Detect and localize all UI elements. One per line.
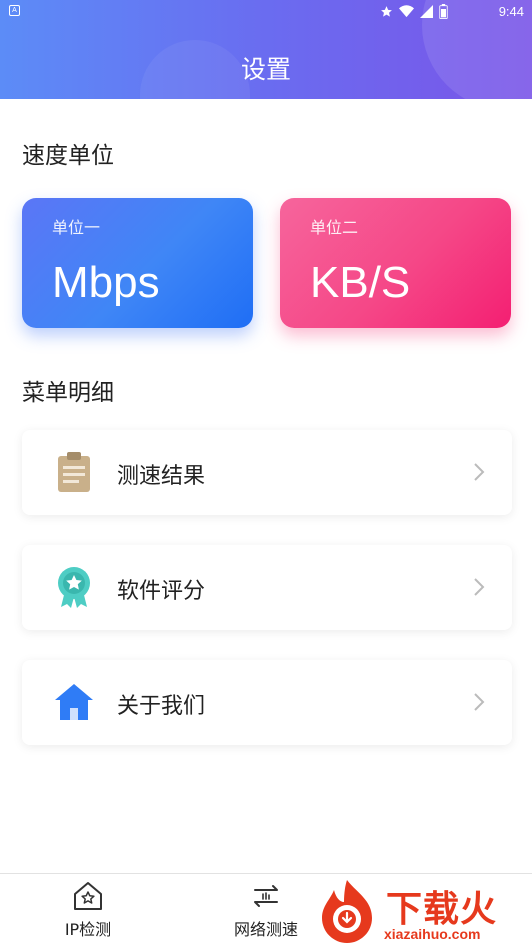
menu-item-speed-results[interactable]: 测速结果 bbox=[22, 430, 512, 515]
watermark-text: 下载火 bbox=[386, 889, 498, 930]
battery-icon bbox=[439, 4, 448, 19]
unit-card-value: Mbps bbox=[52, 258, 160, 307]
star-icon bbox=[381, 6, 392, 17]
clipboard-icon bbox=[58, 452, 90, 492]
unit-card-value: KB/S bbox=[310, 258, 411, 307]
menu-item-label: 测速结果 bbox=[117, 464, 206, 489]
menu-item-label: 软件评分 bbox=[117, 579, 206, 604]
signal-icon bbox=[420, 5, 433, 18]
watermark-logo: 下载火 xiazaihuo.com bbox=[314, 876, 532, 946]
status-time: 9:44 bbox=[498, 4, 524, 19]
unit-card-mbps[interactable]: 单位一 Mbps bbox=[22, 198, 253, 328]
house-star-icon bbox=[74, 882, 102, 910]
home-icon bbox=[55, 684, 93, 720]
unit-card-sub-label: 单位二 bbox=[310, 218, 359, 237]
menu-item-about-us[interactable]: 关于我们 bbox=[22, 660, 512, 745]
chevron-right-icon bbox=[474, 463, 485, 481]
wifi-icon bbox=[399, 5, 414, 18]
header: A 9:44 设置 bbox=[0, 0, 532, 99]
tab-label: IP检测 bbox=[64, 920, 112, 939]
speed-test-icon bbox=[254, 885, 278, 907]
tab-label: 网络测速 bbox=[233, 920, 298, 939]
award-icon bbox=[58, 567, 90, 608]
menu-item-app-rating[interactable]: 软件评分 bbox=[22, 545, 512, 630]
speed-unit-section-title: 速度单位 bbox=[22, 143, 114, 169]
status-bar: A 9:44 bbox=[0, 0, 532, 24]
watermark-domain: xiazaihuo.com bbox=[384, 926, 481, 942]
chevron-right-icon bbox=[474, 693, 485, 711]
flame-logo-icon bbox=[322, 880, 372, 943]
tab-ip-detect[interactable]: IP检测 bbox=[28, 878, 148, 944]
notification-icon: A bbox=[9, 5, 20, 16]
chevron-right-icon bbox=[474, 578, 485, 596]
unit-card-sub-label: 单位一 bbox=[52, 218, 101, 237]
menu-item-label: 关于我们 bbox=[117, 694, 206, 719]
unit-card-kbs[interactable]: 单位二 KB/S bbox=[280, 198, 511, 328]
menu-section-title: 菜单明细 bbox=[22, 380, 114, 406]
page-title: 设置 bbox=[240, 55, 291, 84]
tab-speed-test[interactable]: 网络测速 bbox=[206, 878, 326, 944]
